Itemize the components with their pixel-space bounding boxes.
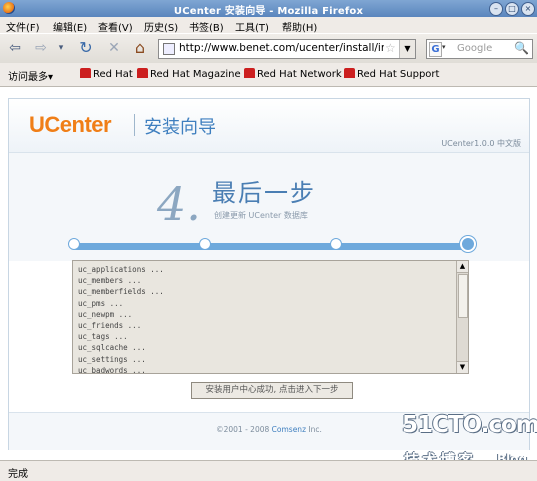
back-icon[interactable]: ⇦ [6,39,24,57]
redhat-icon [80,68,91,78]
minimize-button[interactable]: – [489,2,503,16]
log-scrollbar[interactable]: ▲ ▼ [456,261,468,373]
menu-bar: 文件(F) 编辑(E) 查看(V) 历史(S) 书签(B) 工具(T) 帮助(H… [0,17,537,34]
log-line: uc_tags ... [78,332,128,342]
home-icon[interactable]: ⌂ [130,39,150,57]
redhat-icon [344,68,355,78]
menu-history[interactable]: 历史(S) [144,19,178,34]
search-engine-dropdown-icon[interactable]: ▾ [442,43,446,51]
bookmark-label: Red Hat Magazine [150,69,241,80]
history-dropdown-icon[interactable]: ▾ [56,39,66,57]
maximize-button[interactable]: □ [505,2,519,16]
scroll-up-icon[interactable]: ▲ [457,261,468,273]
progress-step-3 [330,238,342,250]
watermark-51cto: 51CTO.com [402,412,537,438]
stop-icon[interactable]: ✕ [105,39,123,57]
installer-panel: UCenter 安装向导 UCenter1.0.0 中文版 4. 最后一步 创建… [8,98,530,450]
bookmarks-toolbar: 访问最多▾ Red Hat Red Hat Magazine Red Hat N… [0,63,537,87]
log-line: uc_badwords ... [78,365,146,374]
bookmark-most-visited[interactable]: 访问最多▾ [8,68,53,83]
bookmark-red-hat-network[interactable]: Red Hat Network [244,68,342,80]
header-divider [134,114,135,136]
url-text[interactable]: http://www.benet.com/ucenter/install/ind… [179,42,384,54]
close-button[interactable]: × [521,2,535,16]
status-bar: 完成 [0,460,537,481]
status-text: 完成 [8,469,28,480]
log-line: uc_sqlcache ... [78,343,146,353]
next-step-button[interactable]: 安装用户中心成功, 点击进入下一步 [191,382,353,399]
reload-icon[interactable]: ↻ [76,39,96,57]
menu-tools[interactable]: 工具(T) [235,19,269,34]
menu-bookmarks[interactable]: 书签(B) [189,19,224,34]
progress-step-2 [199,238,211,250]
bookmark-star-icon[interactable]: ☆ [385,41,396,55]
copyright-years: ©2001 - 2008 [216,425,270,434]
log-line: uc_members ... [78,276,142,286]
window-titlebar: UCenter 安装向导 - Mozilla Firefox – □ × [0,0,537,18]
wizard-title: 安装向导 [144,117,216,138]
version-label: UCenter1.0.0 中文版 [441,139,521,148]
navigation-toolbar: ⇦ ⇨ ▾ ↻ ✕ ⌂ http://www.benet.com/ucenter… [0,33,537,64]
bookmark-red-hat[interactable]: Red Hat [80,68,133,80]
step-subtitle: 创建更新 UCenter 数据库 [214,211,308,220]
window-title: UCenter 安装向导 - Mozilla Firefox [173,6,364,17]
log-line: uc_pms ... [78,298,124,308]
menu-view[interactable]: 查看(V) [98,19,133,34]
step-banner: 4. 最后一步 创建更新 UCenter 数据库 [9,152,529,261]
progress-step-4 [462,238,474,250]
log-line: uc_newpm ... [78,309,133,319]
log-line: uc_friends ... [78,321,142,331]
progress-track [73,243,467,250]
install-log-lines: uc_applications ... uc_members ... uc_me… [78,264,164,374]
bookmark-label: Red Hat Support [357,69,440,80]
search-icon[interactable]: 🔍 [514,41,529,55]
forward-icon[interactable]: ⇨ [32,39,50,57]
bookmark-label: Red Hat Network [257,69,342,80]
log-line: uc_settings ... [78,354,146,364]
page-content: UCenter 安装向导 UCenter1.0.0 中文版 4. 最后一步 创建… [0,87,537,460]
install-log-textarea[interactable]: uc_applications ... uc_members ... uc_me… [72,260,469,374]
bookmark-red-hat-support[interactable]: Red Hat Support [344,68,439,80]
step-title: 最后一步 [212,179,316,207]
copyright-suffix: Inc. [308,425,322,434]
menu-help[interactable]: 帮助(H) [282,19,317,34]
url-bar[interactable]: http://www.benet.com/ucenter/install/ind… [158,39,416,59]
page-favicon [163,43,175,55]
progress-step-1 [68,238,80,250]
bookmark-red-hat-magazine[interactable]: Red Hat Magazine [137,68,241,80]
scroll-thumb[interactable] [458,274,468,318]
log-line: uc_memberfields ... [78,287,164,297]
bookmark-folder-label: 访问最多▾ [8,72,54,83]
step-number: 4. [157,177,201,231]
redhat-icon [137,68,148,78]
company-link[interactable]: Comsenz [272,425,306,434]
ucenter-logo: UCenter [29,112,112,137]
search-placeholder[interactable]: Google [457,43,492,54]
menu-edit[interactable]: 编辑(E) [53,19,87,34]
url-dropdown-icon[interactable]: ▼ [399,40,415,58]
redhat-icon [244,68,255,78]
scroll-down-icon[interactable]: ▼ [457,361,468,373]
google-icon[interactable]: G [429,42,442,57]
bookmark-label: Red Hat [93,69,133,80]
log-line: uc_applications ... [78,265,164,274]
installer-header: UCenter 安装向导 UCenter1.0.0 中文版 [9,99,529,152]
menu-file[interactable]: 文件(F) [6,19,40,34]
search-box[interactable]: G ▾ Google 🔍 [426,39,533,59]
